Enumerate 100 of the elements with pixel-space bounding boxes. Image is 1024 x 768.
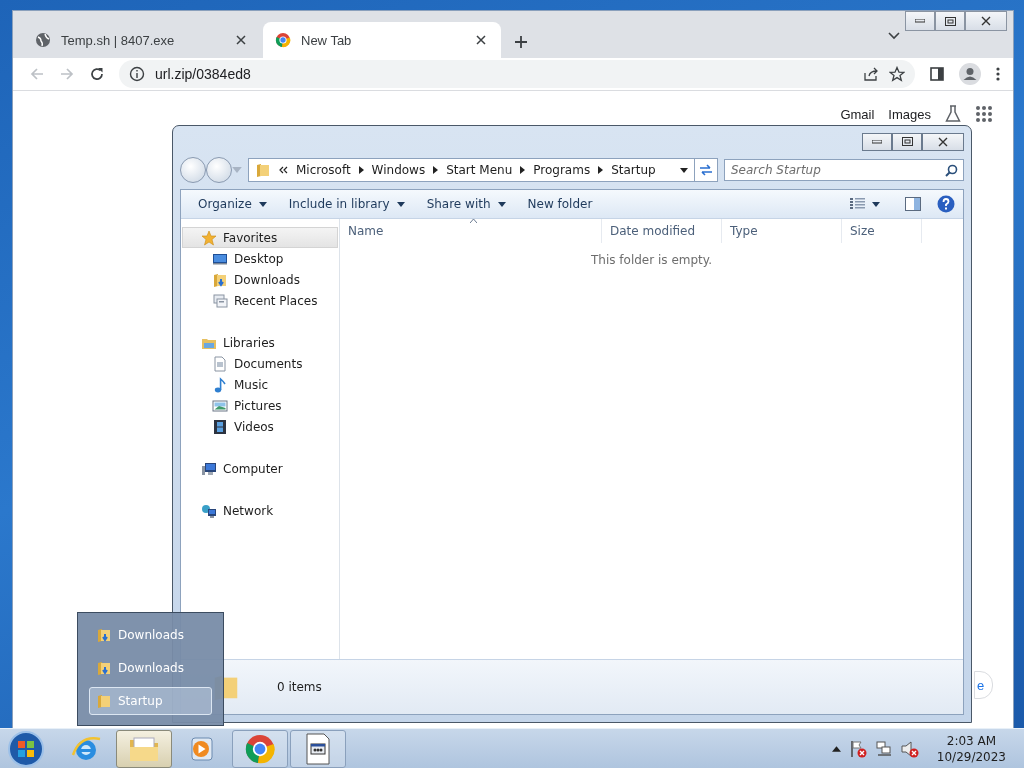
nav-item[interactable]: Desktop xyxy=(182,248,338,269)
minimize-icon xyxy=(915,19,925,23)
menu-icon[interactable] xyxy=(995,66,1001,82)
reload-icon[interactable] xyxy=(89,66,105,82)
search-field[interactable]: Search Startup xyxy=(724,159,964,181)
breadcrumb-item[interactable]: Start Menu xyxy=(446,163,513,177)
caret-icon xyxy=(396,201,405,207)
folder-icon xyxy=(255,162,271,178)
nav-item[interactable]: Videos xyxy=(182,416,338,437)
document-icon xyxy=(212,355,228,372)
folder-icon xyxy=(96,693,112,709)
nav-item[interactable]: Favorites xyxy=(182,227,338,248)
refresh-icon xyxy=(698,163,714,177)
column-header[interactable]: Type xyxy=(722,219,842,243)
close-icon xyxy=(938,136,948,147)
empty-message: This folder is empty. xyxy=(590,253,713,267)
customize-button[interactable]: e xyxy=(974,671,994,699)
picture-icon xyxy=(212,397,228,414)
new-tab-icon[interactable] xyxy=(513,34,529,50)
clock-time: 2:03 AM xyxy=(946,732,997,749)
folder-icon xyxy=(128,734,160,764)
command-button[interactable]: Organize xyxy=(189,194,276,214)
info-icon xyxy=(129,66,145,82)
app-window-icon xyxy=(304,733,332,765)
address-bar[interactable]: url.zip/0384ed8 xyxy=(119,60,915,88)
clock[interactable]: 2:03 AM 10/29/2023 xyxy=(936,732,1006,766)
browser-tab[interactable]: Temp.sh | 8407.exe xyxy=(23,22,261,58)
taskbar-button[interactable] xyxy=(116,730,172,768)
chrome-logo-icon xyxy=(275,32,291,48)
minimize-icon xyxy=(872,139,882,144)
muted-speaker-icon[interactable] xyxy=(900,740,919,758)
breadcrumb-item[interactable]: Windows xyxy=(371,163,426,177)
globe-icon xyxy=(35,32,51,48)
nav-item[interactable]: Downloads xyxy=(182,269,338,290)
double-chevron-icon xyxy=(279,166,288,174)
nav-item[interactable]: Pictures xyxy=(182,395,338,416)
taskbar-button[interactable] xyxy=(232,730,288,768)
command-button[interactable]: New folder xyxy=(518,194,602,214)
chrome-logo-icon xyxy=(244,733,276,765)
profile-icon[interactable] xyxy=(959,63,981,85)
music-note-icon xyxy=(212,376,228,393)
header-link[interactable]: Images xyxy=(888,106,931,122)
download-folder-icon xyxy=(96,627,112,643)
caret-icon xyxy=(872,201,880,207)
breadcrumb-item[interactable]: Programs xyxy=(533,163,591,177)
chevron-down-icon[interactable] xyxy=(887,31,901,41)
nav-item[interactable]: Music xyxy=(182,374,338,395)
column-header[interactable]: Name xyxy=(340,219,602,243)
breadcrumb-arrow-icon xyxy=(358,166,364,174)
url-text: url.zip/0384ed8 xyxy=(155,66,252,82)
address-bar[interactable]: Microsoft Windows Start Menu Programs Startup xyxy=(248,158,695,182)
apps-grid-icon[interactable] xyxy=(975,105,993,123)
download-folder-icon xyxy=(96,660,112,676)
flag-icon[interactable] xyxy=(848,740,867,758)
download-folder-icon xyxy=(212,271,228,288)
nav-item[interactable]: Documents xyxy=(182,353,338,374)
column-header[interactable]: Date modified xyxy=(602,219,722,243)
caret-up-icon[interactable] xyxy=(831,746,841,752)
browser-tab[interactable]: New Tab xyxy=(263,22,501,58)
header-link[interactable]: Gmail xyxy=(840,106,875,122)
film-icon xyxy=(212,418,228,435)
refresh-button[interactable] xyxy=(694,158,718,182)
flask-icon[interactable] xyxy=(945,105,961,123)
close-button[interactable] xyxy=(922,132,964,151)
forward-button[interactable] xyxy=(206,157,232,183)
back-button[interactable] xyxy=(180,157,206,183)
network-icon xyxy=(201,502,217,519)
clock-date: 10/29/2023 xyxy=(936,749,1006,766)
preview-pane-icon[interactable] xyxy=(905,197,921,211)
breadcrumb-item[interactable]: Microsoft xyxy=(296,163,351,177)
search-icon xyxy=(945,164,958,177)
breadcrumb-arrow-icon xyxy=(433,166,439,174)
nav-item[interactable]: Computer xyxy=(182,458,338,479)
nav-item[interactable]: Network xyxy=(182,500,338,521)
views-icon xyxy=(850,198,865,210)
maximize-button[interactable] xyxy=(892,132,922,151)
caret-icon xyxy=(497,201,506,207)
side-panel-icon[interactable] xyxy=(929,66,945,82)
start-button[interactable] xyxy=(6,729,46,768)
minimize-button[interactable] xyxy=(862,132,892,151)
caret-icon xyxy=(258,201,267,207)
nav-item[interactable]: Libraries xyxy=(182,332,338,353)
star-icon[interactable] xyxy=(889,66,905,82)
command-button[interactable]: Include in library xyxy=(279,194,414,214)
column-header[interactable]: Size xyxy=(842,219,922,243)
maximize-button[interactable] xyxy=(935,11,965,31)
computer-icon xyxy=(201,460,217,477)
recent-places-icon xyxy=(212,292,228,309)
breadcrumb-item[interactable]: Startup xyxy=(611,163,656,177)
network-icon[interactable] xyxy=(874,740,893,758)
breadcrumb-arrow-icon xyxy=(598,166,604,174)
nav-item[interactable]: Recent Places xyxy=(182,290,338,311)
close-icon xyxy=(981,16,991,26)
share-icon[interactable] xyxy=(863,66,879,82)
help-icon[interactable] xyxy=(937,195,955,213)
caret-icon xyxy=(680,167,688,173)
restore-icon xyxy=(901,137,913,146)
taskbar-button[interactable] xyxy=(290,730,346,768)
star-icon xyxy=(201,229,217,246)
command-button[interactable]: Share with xyxy=(417,194,515,214)
